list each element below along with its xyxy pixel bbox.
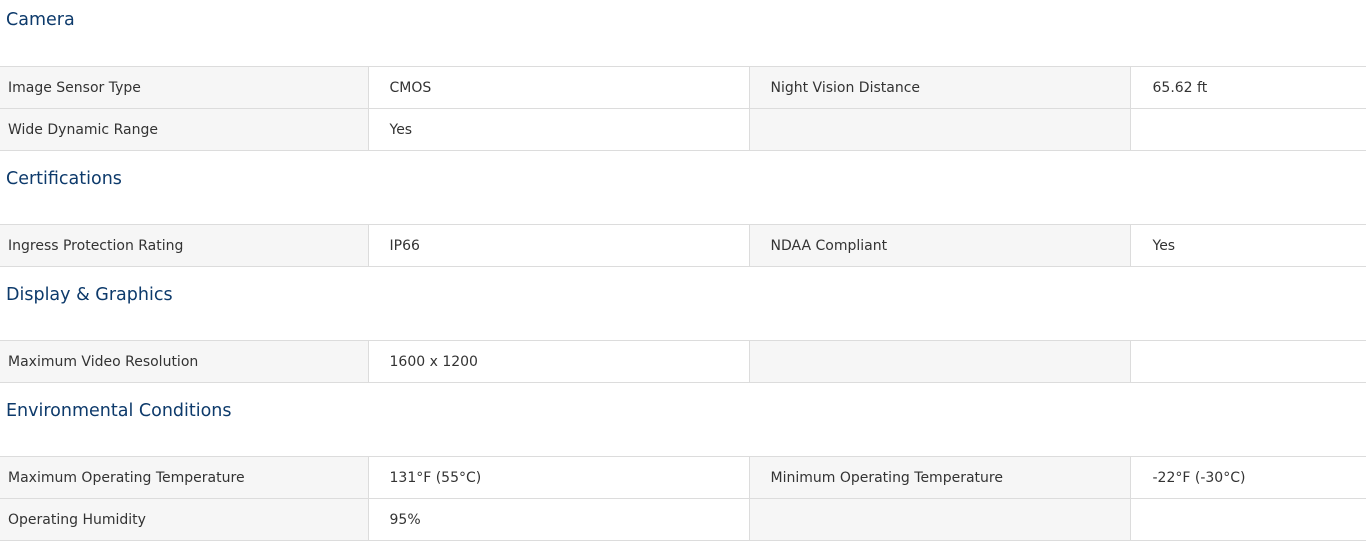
spec-label: Wide Dynamic Range <box>0 108 369 151</box>
spec-label: Operating Humidity <box>0 498 369 541</box>
spec-value <box>1130 498 1366 541</box>
section-environmental-conditions: Environmental Conditions Maximum Operati… <box>0 383 1366 541</box>
spec-label: Ingress Protection Rating <box>0 224 369 267</box>
spec-label <box>749 108 1131 151</box>
spec-value <box>1130 108 1366 151</box>
spec-value: Yes <box>1130 224 1366 267</box>
spec-label <box>749 340 1131 383</box>
section-certifications: Certifications Ingress Protection Rating… <box>0 151 1366 267</box>
section-title-certifications: Certifications <box>6 169 122 189</box>
spec-value: IP66 <box>368 224 750 267</box>
spec-value: CMOS <box>368 66 750 109</box>
table-row: Wide Dynamic Range Yes <box>0 108 1366 151</box>
table-row: Operating Humidity 95% <box>0 498 1366 541</box>
spec-value: 131°F (55°C) <box>368 456 750 499</box>
spec-label: Maximum Operating Temperature <box>0 456 369 499</box>
section-title-camera: Camera <box>6 10 75 30</box>
spec-value: 95% <box>368 498 750 541</box>
spec-label: NDAA Compliant <box>749 224 1131 267</box>
table-row: Image Sensor Type CMOS Night Vision Dist… <box>0 66 1366 109</box>
spec-table-camera: Image Sensor Type CMOS Night Vision Dist… <box>0 66 1366 151</box>
spec-value: Yes <box>368 108 750 151</box>
spec-table-certifications: Ingress Protection Rating IP66 NDAA Comp… <box>0 224 1366 267</box>
spec-table-environmental-conditions: Maximum Operating Temperature 131°F (55°… <box>0 456 1366 541</box>
spec-label: Maximum Video Resolution <box>0 340 369 383</box>
spec-label: Minimum Operating Temperature <box>749 456 1131 499</box>
spec-value: 1600 x 1200 <box>368 340 750 383</box>
spec-label <box>749 498 1131 541</box>
spec-value: -22°F (-30°C) <box>1130 456 1366 499</box>
table-row: Maximum Video Resolution 1600 x 1200 <box>0 340 1366 383</box>
spec-value: 65.62 ft <box>1130 66 1366 109</box>
spec-table-display-graphics: Maximum Video Resolution 1600 x 1200 <box>0 340 1366 383</box>
section-display-graphics: Display & Graphics Maximum Video Resolut… <box>0 267 1366 383</box>
section-camera: Camera Image Sensor Type CMOS Night Visi… <box>0 0 1366 151</box>
spec-label: Night Vision Distance <box>749 66 1131 109</box>
table-row: Maximum Operating Temperature 131°F (55°… <box>0 456 1366 499</box>
section-title-environmental-conditions: Environmental Conditions <box>6 401 232 421</box>
table-row: Ingress Protection Rating IP66 NDAA Comp… <box>0 224 1366 267</box>
section-title-display-graphics: Display & Graphics <box>6 285 173 305</box>
spec-label: Image Sensor Type <box>0 66 369 109</box>
spec-value <box>1130 340 1366 383</box>
